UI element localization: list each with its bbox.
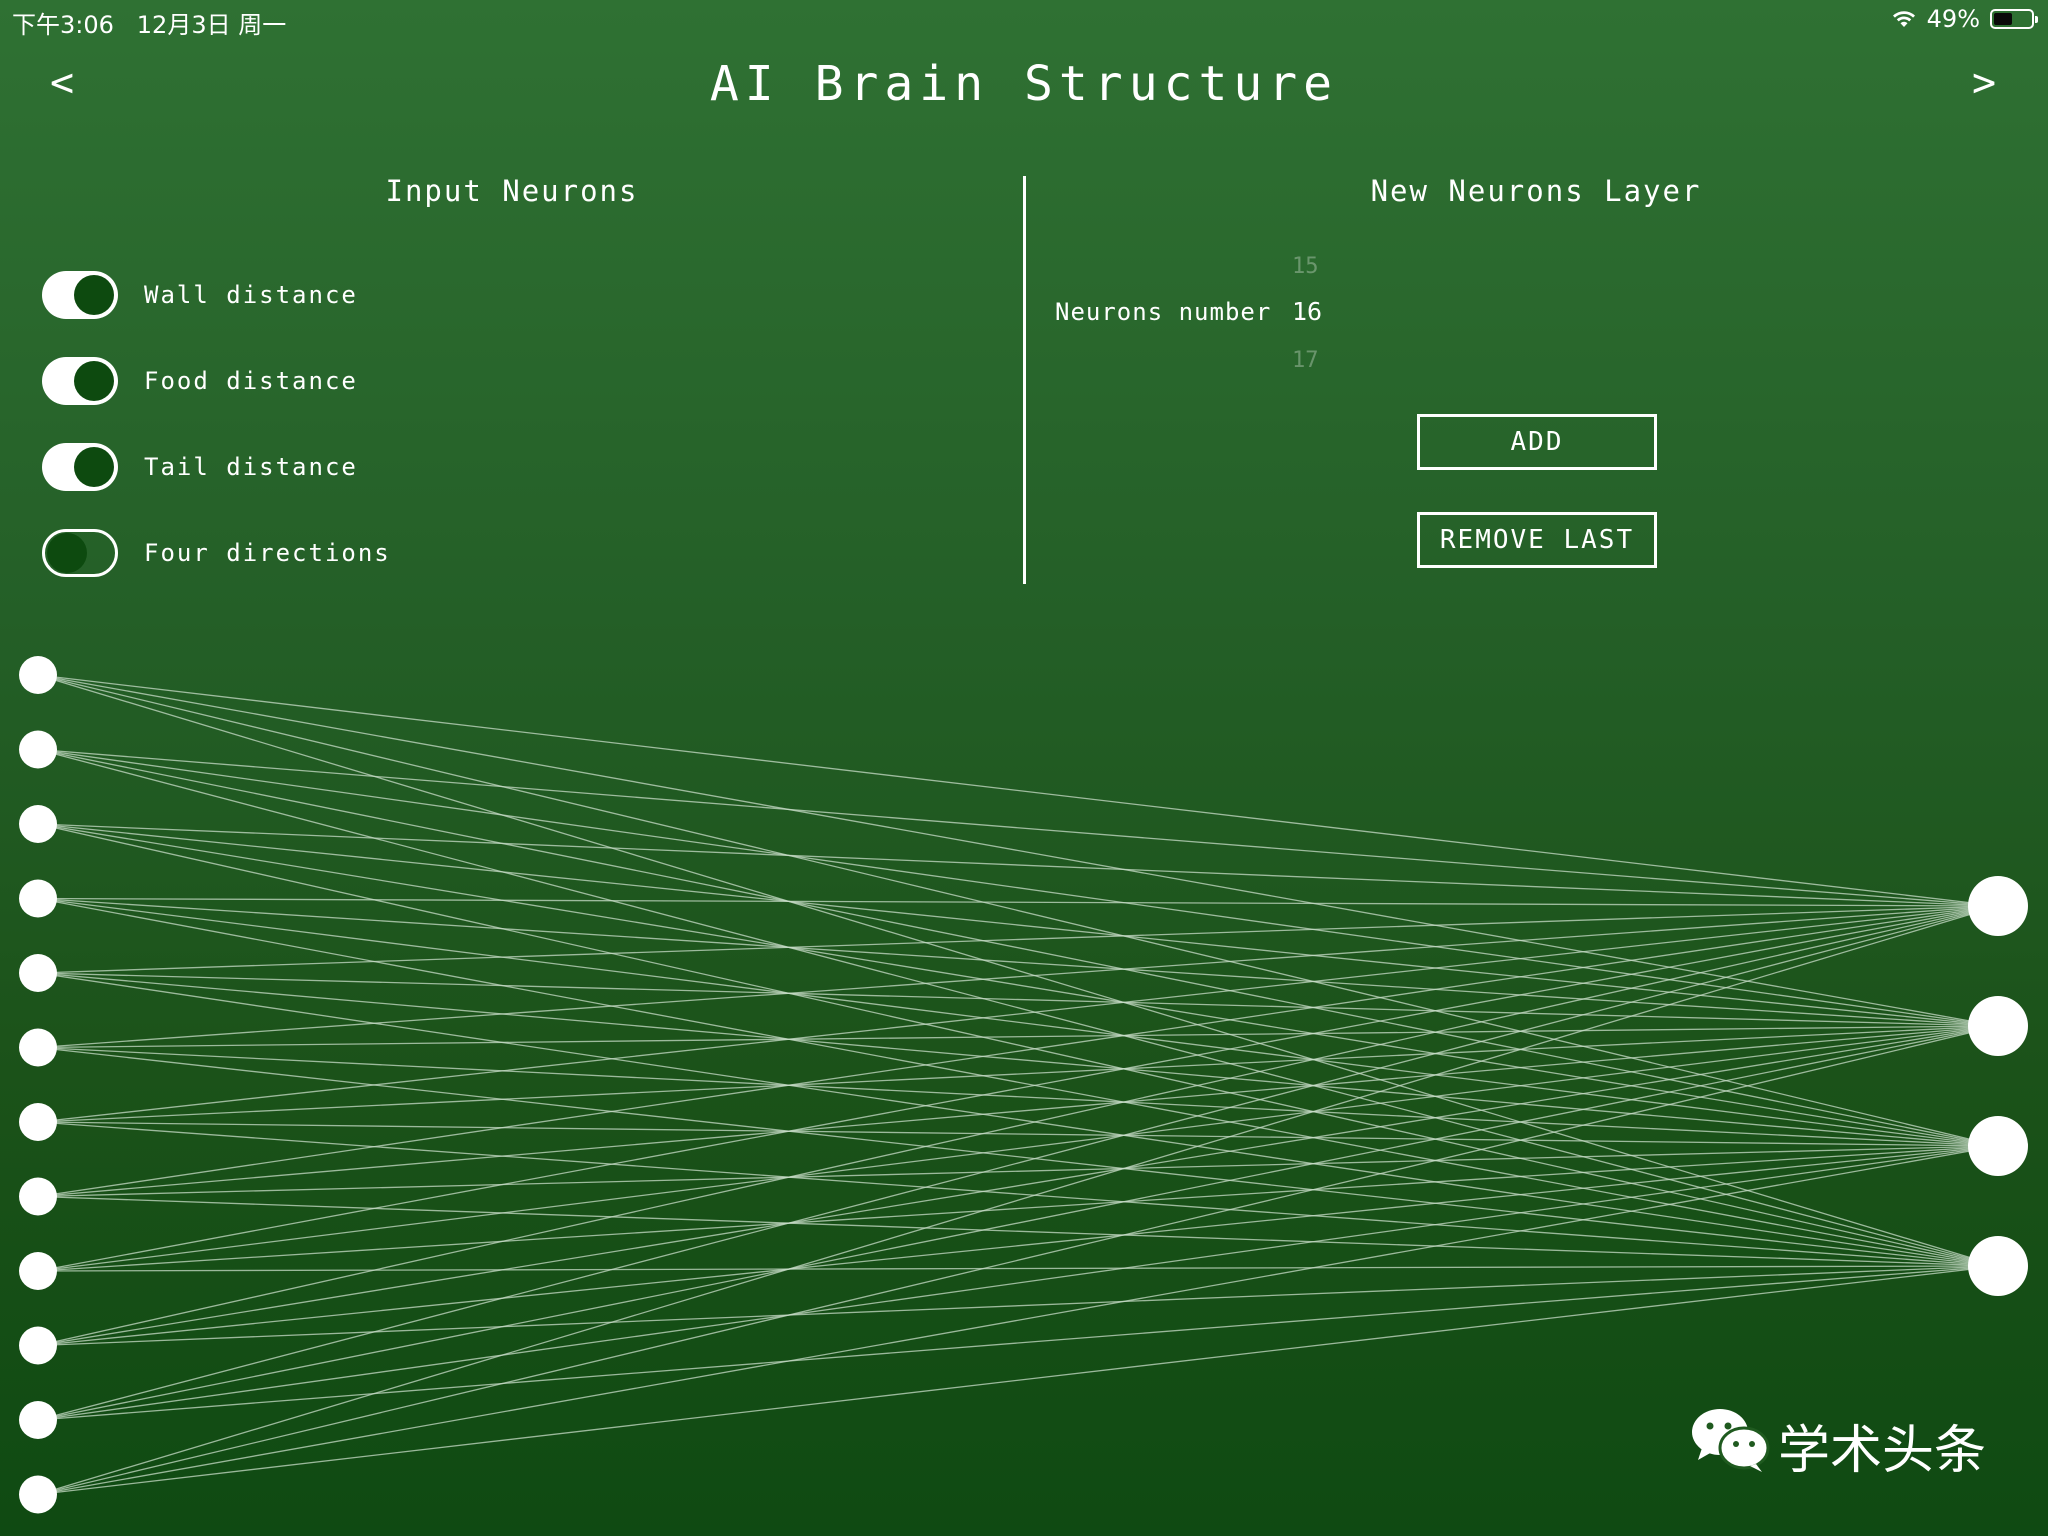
input-neuron-node	[19, 879, 57, 918]
connection-line	[37, 1265, 1999, 1347]
input-neuron-node	[19, 805, 57, 843]
input-neuron-node	[19, 1103, 57, 1141]
watermark: 学术头条	[1688, 1404, 1986, 1487]
connection-line	[37, 1265, 1999, 1272]
connection-line	[37, 905, 1999, 974]
input-neuron-node	[19, 1475, 57, 1514]
connection-line	[37, 823, 1999, 1027]
input-neuron-node	[19, 730, 57, 769]
connection-line	[37, 1025, 1999, 1049]
connection-line	[37, 1121, 1999, 1267]
input-neuron-node	[19, 1252, 57, 1290]
connection-line	[37, 674, 1999, 1147]
input-neuron-node	[19, 656, 57, 694]
connection-line	[37, 823, 1999, 907]
input-neuron-node	[19, 1401, 57, 1439]
connection-line	[37, 748, 1999, 1147]
connection-line	[37, 674, 1999, 1027]
connection-line	[37, 1195, 1999, 1267]
connection-line	[37, 897, 1999, 1147]
output-neuron-node	[1968, 876, 2028, 936]
connection-line	[37, 1046, 1999, 1267]
output-neuron-node	[1968, 1236, 2028, 1296]
input-neuron-node	[19, 1177, 57, 1216]
connection-line	[37, 905, 1999, 1272]
input-neuron-node	[19, 1028, 57, 1067]
connection-line	[37, 1145, 1999, 1421]
connection-line	[37, 674, 1999, 1267]
input-neuron-node	[19, 954, 57, 992]
connection-line	[37, 897, 1999, 907]
connection-line	[37, 748, 1999, 907]
output-neuron-node	[1968, 996, 2028, 1056]
connection-line	[37, 905, 1999, 1123]
connection-line	[37, 897, 1999, 1267]
input-neuron-node	[19, 1326, 57, 1365]
connection-line	[37, 1145, 1999, 1347]
neural-network-diagram	[19, 656, 2028, 1514]
wechat-icon	[1688, 1404, 1770, 1487]
connection-line	[37, 897, 1999, 1027]
connection-line	[37, 1145, 1999, 1272]
connection-line	[37, 1025, 1999, 1421]
watermark-text: 学术头条	[1778, 1421, 1987, 1481]
output-neuron-node	[1968, 1116, 2028, 1176]
connection-line	[37, 905, 1999, 1049]
